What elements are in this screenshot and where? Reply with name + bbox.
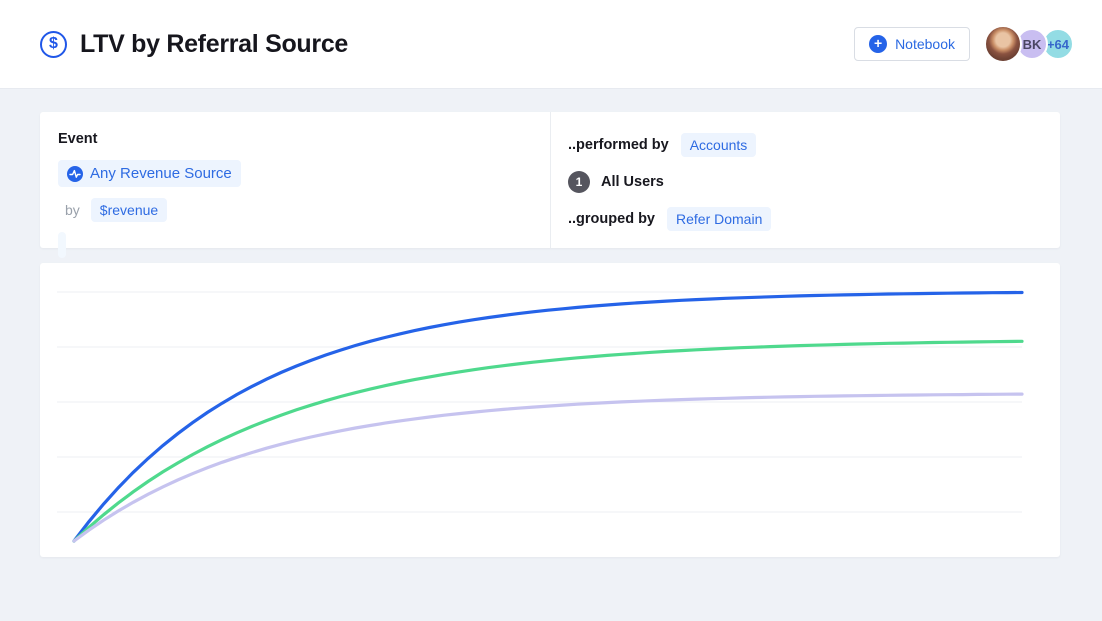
segment-index-badge: 1 xyxy=(568,171,590,193)
event-section: Event Any Revenue Source by $revenue xyxy=(40,112,551,248)
chart-line-series-2-green xyxy=(74,341,1022,541)
event-type-icon xyxy=(67,166,83,182)
property-selector[interactable]: $revenue xyxy=(91,198,167,222)
by-label: by xyxy=(65,202,80,218)
ltv-line-chart xyxy=(40,263,1060,557)
performed-by-label: ..performed by xyxy=(568,137,669,153)
header-actions: + Notebook BK +64 xyxy=(854,25,1074,63)
performed-by-selector[interactable]: Accounts xyxy=(681,133,757,157)
chart-line-series-1-blue xyxy=(74,293,1022,542)
grouped-by-selector[interactable]: Refer Domain xyxy=(667,207,771,231)
user-avatar-photo[interactable] xyxy=(984,25,1022,63)
query-builder-card: Event Any Revenue Source by $revenue ..p… xyxy=(40,112,1060,248)
notebook-button-label: Notebook xyxy=(895,36,955,52)
add-step-stub[interactable] xyxy=(58,232,66,258)
app-header: $ LTV by Referral Source + Notebook BK +… xyxy=(0,0,1102,89)
event-selector[interactable]: Any Revenue Source xyxy=(58,160,241,187)
page-title: LTV by Referral Source xyxy=(80,30,348,59)
chart-line-series-3-purple xyxy=(74,394,1022,541)
avatar-stack: BK +64 xyxy=(984,25,1074,63)
event-name: Any Revenue Source xyxy=(90,165,232,182)
grouped-by-label: ..grouped by xyxy=(568,211,655,227)
segment-label[interactable]: All Users xyxy=(601,174,664,190)
event-section-label: Event xyxy=(58,131,532,147)
chart-card xyxy=(40,263,1060,557)
dollar-circle-icon: $ xyxy=(40,31,67,58)
segmentation-section: ..performed by Accounts 1 All Users ..gr… xyxy=(551,112,1060,248)
plus-circle-icon: + xyxy=(869,35,887,53)
notebook-button[interactable]: + Notebook xyxy=(854,27,970,61)
